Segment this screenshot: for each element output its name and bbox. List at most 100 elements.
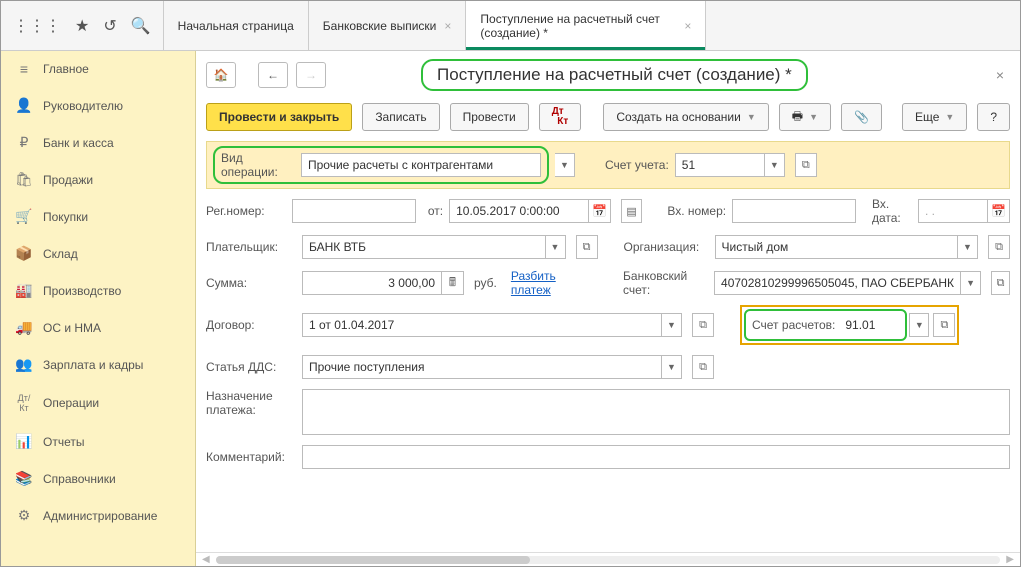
more-button[interactable]: Еще▼ [902,103,967,131]
sidebar-item-label: Администрирование [43,509,157,523]
sidebar-item-bank[interactable]: ₽Банк и касса [1,124,195,161]
post-and-close-button[interactable]: Провести и закрыть [206,103,352,131]
dtkt-button[interactable]: Дт Кт [539,103,582,131]
contract-dropdown[interactable]: ▼ [662,313,682,337]
settle-acc-input[interactable]: 91.01 [839,313,899,337]
scroll-right-icon[interactable]: ▶ [1006,554,1014,565]
post-button[interactable]: Провести [450,103,529,131]
menu-icon: ≡ [15,61,33,77]
topbar-icons: ⋮⋮⋮ ★ ↺ 🔍 [1,1,164,50]
dds-dropdown[interactable]: ▼ [662,355,682,379]
sidebar-item-purchases[interactable]: 🛒 Покупки [1,198,195,235]
write-button[interactable]: Записать [362,103,439,131]
purpose-input[interactable] [302,389,1010,435]
account-open[interactable]: ⧉ [795,153,817,177]
close-icon[interactable]: × [684,19,691,33]
org-dropdown[interactable]: ▼ [958,235,978,259]
tab-receipt-create[interactable]: Поступление на расчетный счет (создание)… [466,1,706,50]
scroll-thumb[interactable] [216,556,530,564]
tab-start-page[interactable]: Начальная страница [164,1,309,50]
close-form-button[interactable]: × [990,67,1010,83]
row-comment: Комментарий: [206,443,1010,471]
account-dropdown[interactable]: ▼ [765,153,785,177]
sidebar-item-label: Склад [43,247,78,261]
payer-label: Плательщик: [206,240,296,254]
doc-icon[interactable]: ▤ [621,199,642,223]
org-input[interactable]: Чистый дом [715,235,959,259]
sidebar-item-catalogs[interactable]: 📚Справочники [1,460,195,497]
create-based-on-button[interactable]: Создать на основании▼ [603,103,768,131]
sidebar-item-warehouse[interactable]: 📦Склад [1,235,195,272]
cart-icon: 🛒 [15,208,33,225]
bank-acc-dropdown[interactable]: ▼ [961,271,981,295]
dds-open[interactable]: ⧉ [692,355,714,379]
calendar-icon[interactable]: 📅 [589,199,611,223]
settle-acc-open[interactable]: ⧉ [933,313,955,337]
row-payer: Плательщик: БАНК ВТБ ▼ ⧉ Организация: Чи… [206,233,1010,261]
apps-icon[interactable]: ⋮⋮⋮ [13,16,61,36]
split-payment-link[interactable]: Разбить платеж [511,269,586,297]
sidebar-item-assets[interactable]: 🚚ОС и НМА [1,309,195,346]
date-input[interactable]: 10.05.2017 0:00:00 [449,199,589,223]
payer-dropdown[interactable]: ▼ [546,235,566,259]
org-label: Организация: [624,240,709,254]
payer-open[interactable]: ⧉ [576,235,598,259]
sidebar-item-main[interactable]: ≡Главное [1,51,195,87]
sidebar-item-hr[interactable]: 👥Зарплата и кадры [1,346,195,383]
sidebar-item-label: Операции [43,396,99,410]
star-icon[interactable]: ★ [75,16,89,36]
in-no-input[interactable] [732,199,856,223]
sidebar-item-sales[interactable]: 🛍Продажи [1,161,195,198]
horizontal-scrollbar[interactable]: ◀ ▶ [196,552,1020,566]
sum-input[interactable]: 3 000,00 [302,271,442,295]
ruble-icon: ₽ [15,134,33,151]
reg-no-input[interactable] [292,199,416,223]
op-type-input[interactable]: Прочие расчеты с контрагентами [301,153,541,177]
tab-label: Начальная страница [178,19,294,33]
print-button[interactable]: 🖶▼ [779,103,831,131]
dds-input[interactable]: Прочие поступления [302,355,662,379]
in-no-label: Вх. номер: [667,204,726,218]
bag-icon: 🛍 [15,171,33,188]
contract-open[interactable]: ⧉ [692,313,714,337]
row-dds: Статья ДДС: Прочие поступления ▼ ⧉ [206,353,1010,381]
dds-label: Статья ДДС: [206,360,296,374]
search-icon[interactable]: 🔍 [131,16,151,36]
chart-icon: 📊 [15,433,33,450]
tab-bank-statements[interactable]: Банковские выписки × [309,1,467,50]
forward-button[interactable]: → [296,62,326,88]
sidebar-item-manager[interactable]: 👤Руководителю [1,87,195,124]
calc-icon[interactable]: 🖩 [442,271,464,295]
account-input[interactable]: 51 [675,153,765,177]
sidebar-item-reports[interactable]: 📊Отчеты [1,423,195,460]
close-icon[interactable]: × [444,19,451,33]
scroll-track[interactable] [216,556,1001,564]
account-label: Счет учета: [605,158,669,172]
back-button[interactable]: ← [258,62,288,88]
help-button[interactable]: ? [977,103,1010,131]
sidebar-item-label: Покупки [43,210,88,224]
sidebar-item-label: ОС и НМА [43,321,101,335]
home-button[interactable]: 🏠 [206,62,236,88]
org-open[interactable]: ⧉ [988,235,1010,259]
history-icon[interactable]: ↺ [103,16,116,36]
settle-acc-dropdown[interactable]: ▼ [909,313,929,337]
op-type-dropdown[interactable]: ▼ [555,153,575,177]
bank-acc-input[interactable]: 40702810299996505045, ПАО СБЕРБАНК [714,271,961,295]
sidebar-item-production[interactable]: 🏭Производство [1,272,195,309]
comment-input[interactable] [302,445,1010,469]
attach-button[interactable]: 📎 [841,103,882,131]
contract-input[interactable]: 1 от 01.04.2017 [302,313,662,337]
payer-input[interactable]: БАНК ВТБ [302,235,546,259]
books-icon: 📚 [15,470,33,487]
sidebar-item-operations[interactable]: Дт/КтОперации [1,383,195,423]
tabs: Начальная страница Банковские выписки × … [164,1,707,50]
scroll-left-icon[interactable]: ◀ [202,554,210,565]
sidebar: ≡Главное 👤Руководителю ₽Банк и касса 🛍Пр… [1,51,196,566]
from-label: от: [428,204,443,218]
settle-acc-highlight: Счет расчетов: 91.01 ▼ ⧉ [740,305,959,345]
calendar-icon[interactable]: 📅 [988,199,1010,223]
in-date-input[interactable]: . . [918,199,988,223]
bank-acc-open[interactable]: ⧉ [991,271,1010,295]
sidebar-item-admin[interactable]: ⚙Администрирование [1,497,195,534]
